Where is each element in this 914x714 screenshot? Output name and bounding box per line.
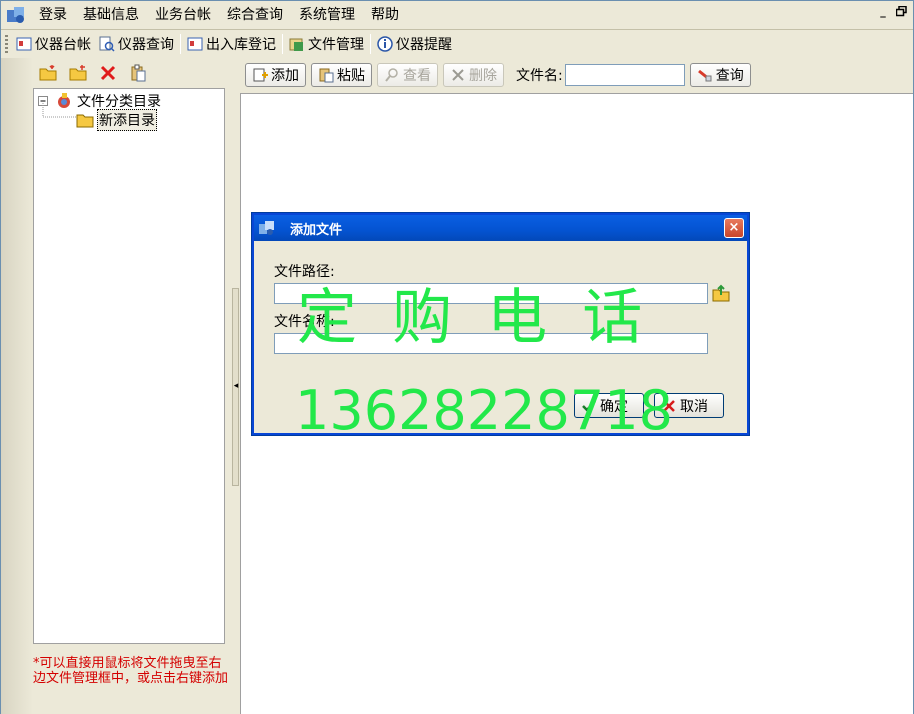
delete-icon — [450, 67, 466, 83]
tree-root-label: 文件分类目录 — [77, 94, 161, 110]
toolbar-label: 仪器查询 — [118, 36, 174, 53]
menu-help[interactable]: 帮助 — [363, 4, 407, 26]
dialog-title-bar[interactable]: 添加文件 × — [254, 215, 747, 241]
file-manage-icon — [289, 36, 305, 52]
toolbar-label: 仪器提醒 — [396, 36, 452, 53]
main-toolbar: 仪器台帐 仪器查询 出入库登记 文件管理 仪器提醒 — [1, 30, 913, 57]
dialog-app-icon — [258, 219, 276, 237]
search-icon — [697, 67, 713, 83]
browse-folder-icon[interactable] — [712, 284, 730, 302]
ok-label: 确定 — [600, 398, 628, 415]
new-subfolder-icon[interactable] — [69, 64, 87, 82]
file-path-input[interactable] — [274, 283, 708, 304]
cancel-x-icon — [663, 399, 675, 412]
dialog-title: 添加文件 — [290, 222, 343, 238]
paste-label: 粘贴 — [337, 68, 365, 84]
menu-login[interactable]: 登录 — [31, 4, 75, 26]
file-name-label: 文件名称: — [274, 314, 335, 330]
menu-system[interactable]: 系统管理 — [291, 4, 363, 26]
folder-panel: 文件分类目录 新添目录 *可以直接用鼠标将文件拖曳至右边文件管理框中，或点击右键… — [33, 58, 231, 714]
ledger-icon — [16, 36, 32, 52]
search-label: 查询 — [715, 68, 744, 84]
add-file-icon — [252, 67, 268, 83]
splitter-handle[interactable]: ◂ — [232, 288, 239, 486]
view-button[interactable]: 查看 — [377, 63, 438, 87]
add-label: 添加 — [271, 68, 299, 84]
toolbar-grip[interactable] — [5, 34, 8, 53]
new-folder-icon[interactable] — [39, 64, 57, 82]
filename-input[interactable] — [564, 64, 685, 86]
toolbar-label: 仪器台帐 — [35, 36, 91, 53]
folder-tools — [39, 64, 147, 82]
ok-button[interactable]: 确定 — [574, 393, 644, 418]
cancel-label: 取消 — [680, 398, 708, 415]
delete-label: 删除 — [469, 68, 497, 84]
minimize-button[interactable]: _ — [877, 6, 889, 18]
paste-folder-icon[interactable] — [129, 64, 147, 82]
collapse-left-icon[interactable]: ◂ — [233, 381, 239, 391]
query-icon — [99, 36, 115, 52]
cancel-button[interactable]: 取消 — [654, 393, 724, 418]
restore-button[interactable] — [895, 5, 907, 18]
menu-business-ledger[interactable]: 业务台帐 — [147, 4, 219, 26]
view-label: 查看 — [403, 68, 431, 84]
menu-basic-info[interactable]: 基础信息 — [75, 4, 147, 26]
folder-icon — [76, 114, 94, 128]
file-toolbar: 添加 粘贴 查看 删除 文件名: 查询 — [240, 58, 913, 92]
search-button[interactable]: 查询 — [689, 63, 751, 87]
info-icon — [377, 35, 393, 52]
filename-label: 文件名: — [516, 68, 563, 84]
drag-hint-text: *可以直接用鼠标将文件拖曳至右边文件管理框中，或点击右键添加 — [33, 656, 229, 686]
tree-child-label: 新添目录 — [97, 109, 157, 131]
toolbar-instrument-reminder[interactable]: 仪器提醒 — [373, 33, 456, 55]
tree-node-new-folder[interactable]: 新添目录 — [76, 109, 157, 131]
toolbar-separator — [282, 33, 283, 54]
left-edge-strip — [1, 58, 33, 714]
paste-icon — [318, 67, 334, 83]
delete-folder-icon[interactable] — [99, 64, 117, 82]
toolbar-separator — [370, 33, 371, 54]
file-path-label: 文件路径: — [274, 264, 335, 280]
delete-button[interactable]: 删除 — [443, 63, 504, 87]
app-icon — [5, 4, 27, 26]
file-name-input[interactable] — [274, 333, 708, 354]
folder-tree[interactable]: 文件分类目录 新添目录 — [33, 88, 225, 644]
menu-bar: 登录 基础信息 业务台帐 综合查询 系统管理 帮助 _ — [1, 1, 913, 29]
window-controls: _ — [877, 6, 907, 18]
magnifier-icon — [384, 67, 400, 83]
splitter[interactable]: ◂ — [231, 58, 240, 714]
dialog-close-button[interactable]: × — [724, 218, 744, 238]
stock-icon — [187, 36, 203, 52]
restore-icon — [895, 5, 907, 17]
add-button[interactable]: 添加 — [245, 63, 306, 87]
check-icon — [582, 399, 596, 412]
toolbar-stock-register[interactable]: 出入库登记 — [183, 33, 280, 55]
menu-query[interactable]: 综合查询 — [219, 4, 291, 26]
toolbar-label: 出入库登记 — [206, 36, 276, 53]
paste-button[interactable]: 粘贴 — [311, 63, 372, 87]
toolbar-instrument-ledger[interactable]: 仪器台帐 — [12, 33, 95, 55]
app-window: 登录 基础信息 业务台帐 综合查询 系统管理 帮助 _ 仪器台帐 仪器查询 出入… — [0, 0, 914, 714]
toolbar-instrument-query[interactable]: 仪器查询 — [95, 33, 178, 55]
toolbar-label: 文件管理 — [308, 36, 364, 53]
toolbar-separator — [180, 33, 181, 54]
add-file-dialog: 添加文件 × 文件路径: 文件名称: 确定 取消 — [252, 213, 749, 435]
toolbar-file-manage[interactable]: 文件管理 — [285, 33, 368, 55]
